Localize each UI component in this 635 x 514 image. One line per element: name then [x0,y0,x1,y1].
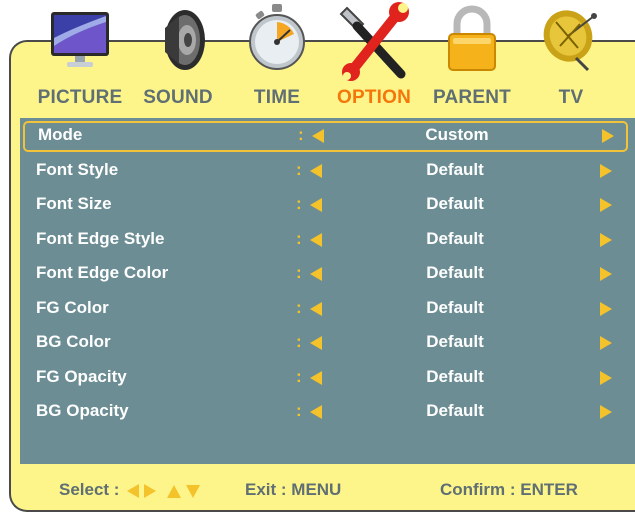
tab-label: SOUND [143,87,213,108]
setting-value: Default [426,160,484,179]
arrow-left-icon[interactable] [310,198,322,212]
separator: : [296,401,302,420]
setting-row-fg-opacity[interactable]: FG Opacity : Default [20,363,631,394]
arrow-left-icon[interactable] [310,267,322,281]
arrow-left-icon[interactable] [310,336,322,350]
speaker-icon [165,10,205,70]
setting-value: Default [426,367,484,386]
setting-row-font-edge-color[interactable]: Font Edge Color : Default [20,259,631,290]
footer-exit-hint: Exit : MENU [245,480,342,499]
arrow-right-icon[interactable] [602,129,614,143]
arrow-left-icon[interactable] [310,371,322,385]
monitor-icon [51,12,109,67]
tab-parent[interactable]: PARENT [422,0,522,115]
option-settings-panel: Mode : Custom Font Style : Default Font … [20,118,635,464]
separator: : [296,332,302,351]
footer-confirm-hint: Confirm : ENTER [440,480,578,499]
tab-picture[interactable]: PICTURE [30,0,130,115]
arrow-left-icon[interactable] [310,405,322,419]
padlock-icon [448,5,496,71]
arrow-right-icon[interactable] [600,336,612,350]
setting-value: Default [426,298,484,317]
setting-label: Font Edge Style [36,229,165,248]
arrow-right-icon[interactable] [600,405,612,419]
setting-row-bg-color[interactable]: BG Color : Default [20,328,631,359]
setting-row-font-edge-style[interactable]: Font Edge Style : Default [20,225,631,256]
arrow-left-icon[interactable] [310,233,322,247]
setting-label: FG Opacity [36,367,127,386]
arrow-right-icon[interactable] [600,302,612,316]
setting-value: Default [426,194,484,213]
arrow-right-icon[interactable] [600,198,612,212]
arrow-right-icon[interactable] [600,371,612,385]
tab-sound[interactable]: SOUND [128,0,228,115]
setting-label: BG Opacity [36,401,129,420]
setting-value: Default [426,229,484,248]
separator: : [296,194,302,213]
setting-value: Default [426,263,484,282]
stopwatch-icon [249,4,305,70]
arrow-right-icon[interactable] [600,267,612,281]
arrow-right-icon[interactable] [600,233,612,247]
footer-select-hint: Select : [59,480,203,500]
setting-row-font-style[interactable]: Font Style : Default [20,156,631,187]
setting-row-fg-color[interactable]: FG Color : Default [20,294,631,325]
separator: : [296,160,302,179]
setting-value: Custom [425,125,489,144]
setting-value: Default [426,401,484,420]
tab-time[interactable]: TIME [227,0,327,115]
arrow-left-icon[interactable] [312,129,324,143]
setting-row-bg-opacity[interactable]: BG Opacity : Default [20,397,631,428]
separator: : [296,298,302,317]
setting-row-font-size[interactable]: Font Size : Default [20,190,631,221]
navigation-arrows-icon [127,483,201,498]
separator: : [296,263,302,282]
satellite-dish-icon [543,10,597,72]
setting-label: Font Size [36,194,112,213]
setting-value: Default [426,332,484,351]
separator: : [296,229,302,248]
tab-tv[interactable]: TV [521,0,621,115]
setting-label: FG Color [36,298,109,317]
separator: : [298,125,304,144]
setting-label: BG Color [36,332,111,351]
tab-option[interactable]: OPTION [324,0,424,115]
setting-label: Font Style [36,160,119,179]
setting-label: Mode [38,125,83,144]
tab-label: OPTION [336,87,412,108]
menu-tabs: PICTURE SOUND TIME OPTION PARENT TV [0,0,635,115]
tab-label: TV [558,87,584,108]
tab-label: PICTURE [37,87,123,108]
tab-label: TIME [253,87,301,108]
tools-icon [339,2,409,81]
arrow-right-icon[interactable] [600,164,612,178]
arrow-left-icon[interactable] [310,164,322,178]
arrow-left-icon[interactable] [310,302,322,316]
separator: : [296,367,302,386]
setting-row-mode[interactable]: Mode : Custom [23,121,628,152]
tab-label: PARENT [433,87,511,108]
setting-label: Font Edge Color [36,263,169,282]
select-label: Select : [59,480,120,499]
